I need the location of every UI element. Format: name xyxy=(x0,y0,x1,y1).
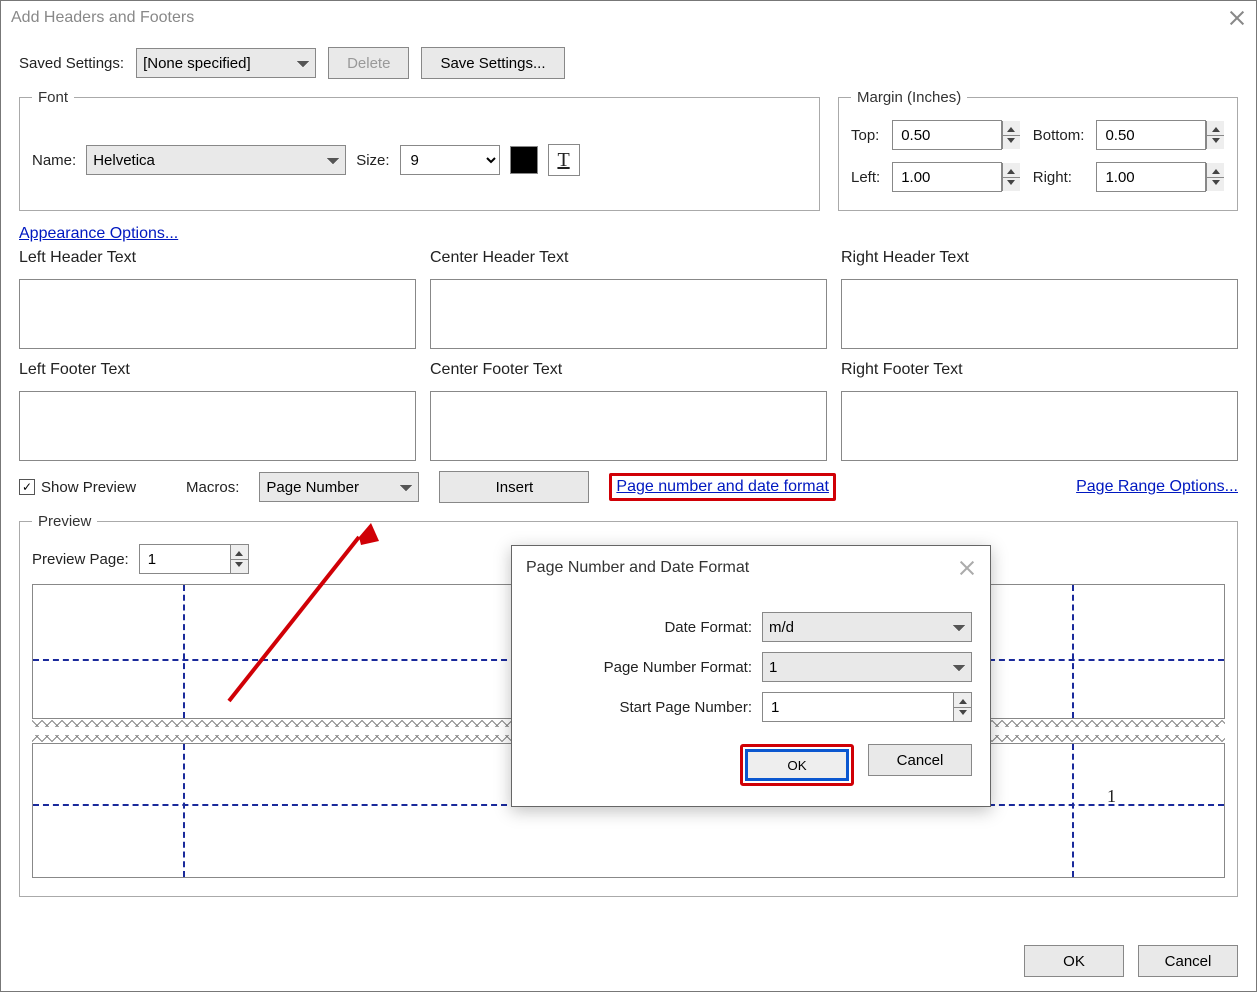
dialog-page-number-date-format: Page Number and Date Format Date Format:… xyxy=(511,545,991,807)
show-preview-label: Show Preview xyxy=(41,479,136,496)
left-header-input[interactable] xyxy=(19,279,416,349)
page-number-format-label: Page Number Format: xyxy=(604,659,752,676)
start-page-number-spin[interactable] xyxy=(762,692,972,722)
right-footer-input[interactable] xyxy=(841,391,1238,461)
subdialog-close-icon[interactable] xyxy=(958,559,976,577)
center-header-input[interactable] xyxy=(430,279,827,349)
margin-left-input[interactable] xyxy=(892,162,1002,192)
saved-settings-label: Saved Settings: xyxy=(19,55,124,72)
cancel-button[interactable]: Cancel xyxy=(1138,945,1238,977)
annotation-highlight-subdialog-ok: OK xyxy=(740,744,854,786)
subdialog-ok-button[interactable]: OK xyxy=(745,749,849,781)
appearance-options-link[interactable]: Appearance Options... xyxy=(19,225,178,242)
start-page-number-input[interactable] xyxy=(762,692,972,722)
margin-top-input[interactable] xyxy=(892,120,1002,150)
margin-left-spin[interactable] xyxy=(892,162,1021,192)
left-header-label: Left Header Text xyxy=(19,249,416,267)
preview-page-number: 1 xyxy=(1107,786,1116,807)
preview-page-spin[interactable] xyxy=(139,544,249,574)
font-size-select[interactable]: 9 xyxy=(400,145,500,175)
subdialog-title: Page Number and Date Format xyxy=(526,559,749,577)
font-color-swatch[interactable] xyxy=(510,146,538,174)
font-name-label: Name: xyxy=(32,152,76,169)
margin-legend: Margin (Inches) xyxy=(851,89,967,106)
margin-bottom-label: Bottom: xyxy=(1033,127,1085,144)
preview-legend: Preview xyxy=(32,513,97,530)
center-footer-input[interactable] xyxy=(430,391,827,461)
subdialog-cancel-button[interactable]: Cancel xyxy=(868,744,972,776)
margin-right-input[interactable] xyxy=(1096,162,1206,192)
preview-page-label: Preview Page: xyxy=(32,551,129,568)
show-preview-checkbox[interactable]: ✓ Show Preview xyxy=(19,479,136,496)
right-header-input[interactable] xyxy=(841,279,1238,349)
margin-bottom-spin[interactable] xyxy=(1096,120,1225,150)
date-format-label: Date Format: xyxy=(664,619,752,636)
annotation-highlight-format-link: Page number and date format xyxy=(609,473,836,501)
start-page-number-label: Start Page Number: xyxy=(619,699,752,716)
margin-right-spin[interactable] xyxy=(1096,162,1225,192)
margin-left-label: Left: xyxy=(851,169,880,186)
font-size-label: Size: xyxy=(356,152,389,169)
macros-select[interactable]: Page Number xyxy=(259,472,419,502)
underline-toggle[interactable]: T xyxy=(548,144,580,176)
close-icon[interactable] xyxy=(1228,9,1246,27)
page-number-format-select[interactable]: 1 xyxy=(762,652,972,682)
date-format-select[interactable]: m/d xyxy=(762,612,972,642)
right-header-label: Right Header Text xyxy=(841,249,1238,267)
margin-bottom-input[interactable] xyxy=(1096,120,1206,150)
margin-top-label: Top: xyxy=(851,127,880,144)
macros-label: Macros: xyxy=(186,479,239,496)
window-title: Add Headers and Footers xyxy=(11,9,194,27)
font-legend: Font xyxy=(32,89,74,106)
left-footer-input[interactable] xyxy=(19,391,416,461)
save-settings-button[interactable]: Save Settings... xyxy=(421,47,564,79)
font-group: Font Name: Helvetica Size: 9 T xyxy=(19,89,820,211)
left-footer-label: Left Footer Text xyxy=(19,361,416,379)
ok-button[interactable]: OK xyxy=(1024,945,1124,977)
center-footer-label: Center Footer Text xyxy=(430,361,827,379)
margin-group: Margin (Inches) Top: Bottom: Left: Right… xyxy=(838,89,1238,211)
right-footer-label: Right Footer Text xyxy=(841,361,1238,379)
saved-settings-select[interactable]: [None specified] xyxy=(136,48,316,78)
page-number-date-format-link[interactable]: Page number and date format xyxy=(616,478,829,495)
margin-top-spin[interactable] xyxy=(892,120,1021,150)
font-name-select[interactable]: Helvetica xyxy=(86,145,346,175)
center-header-label: Center Header Text xyxy=(430,249,827,267)
dialog-add-headers-footers: Add Headers and Footers Saved Settings: … xyxy=(0,0,1257,992)
page-range-options-link[interactable]: Page Range Options... xyxy=(1076,478,1238,496)
title-bar: Add Headers and Footers xyxy=(1,1,1256,35)
margin-right-label: Right: xyxy=(1033,169,1085,186)
delete-button[interactable]: Delete xyxy=(328,47,409,79)
insert-macro-button[interactable]: Insert xyxy=(439,471,589,503)
